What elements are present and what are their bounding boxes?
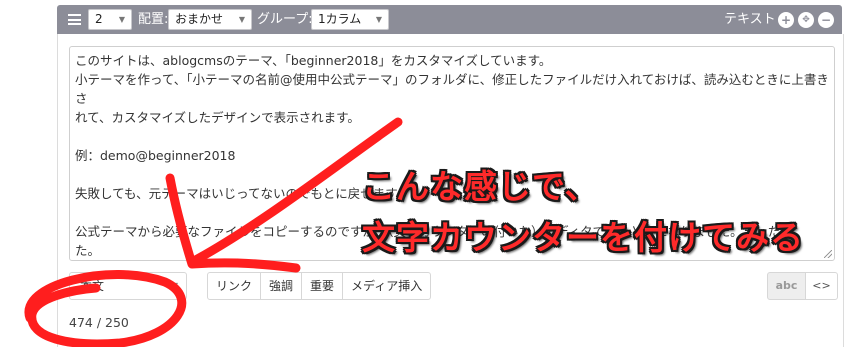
group-select[interactable]: 1カラム ▼	[311, 9, 389, 30]
editor-line: れて、カスタマイズしたデザインで表示されます。	[75, 110, 360, 125]
chevron-down-icon: ▼	[375, 15, 382, 24]
layout-label: 配置:	[138, 12, 169, 27]
source-toggle-button[interactable]: <>	[805, 272, 838, 300]
text-format-select[interactable]: 本文 ▼	[69, 272, 187, 300]
group-value: 1カラム	[318, 12, 362, 26]
chevron-down-icon: ▼	[238, 15, 245, 24]
editor-line	[75, 127, 830, 146]
chevron-down-icon: ▼	[171, 281, 178, 290]
move-unit-icon[interactable]: ✥	[798, 12, 814, 28]
chevron-down-icon: ▼	[118, 15, 125, 24]
editor-line: このサイトは、ablogcmsのテーマ、「beginner2018」をカスタマイ…	[75, 53, 552, 68]
add-unit-icon[interactable]: +	[778, 12, 794, 28]
group-label: グループ:	[257, 12, 313, 27]
text-format-value: 本文	[80, 279, 105, 293]
annotation-text-line1: こんな感じで、	[362, 167, 599, 206]
character-counter: 474 / 250	[69, 315, 129, 330]
column-count-select[interactable]: 2 ▼	[88, 9, 132, 30]
unit-header-bar: 2 ▼ 配置: おまかせ ▼ グループ: 1カラム ▼ テキスト + ✥ −	[57, 5, 842, 34]
remove-unit-icon[interactable]: −	[818, 12, 834, 28]
resize-grip-icon[interactable]	[824, 250, 832, 258]
insert-button-group: リンク 強調 重要 メディア挿入	[207, 272, 432, 300]
editor-line: 小テーマを作って、「小テーマの名前@使用中公式テーマ」のフォルダに、修正したファ…	[75, 72, 829, 106]
column-count-value: 2	[95, 12, 103, 26]
emphasis-button[interactable]: 強調	[260, 272, 303, 300]
insert-media-button[interactable]: メディア挿入	[342, 272, 432, 300]
strong-button[interactable]: 重要	[301, 272, 344, 300]
wysiwyg-toggle-button[interactable]: abc	[767, 272, 806, 300]
link-button[interactable]: リンク	[207, 272, 262, 300]
layout-select[interactable]: おまかせ ▼	[168, 9, 252, 30]
layout-value: おまかせ	[175, 12, 224, 26]
drag-handle-icon[interactable]	[68, 14, 81, 25]
unit-type-label: テキスト	[724, 12, 776, 27]
annotation-text-line2: 文字カウンターを付けてみる	[362, 218, 804, 257]
